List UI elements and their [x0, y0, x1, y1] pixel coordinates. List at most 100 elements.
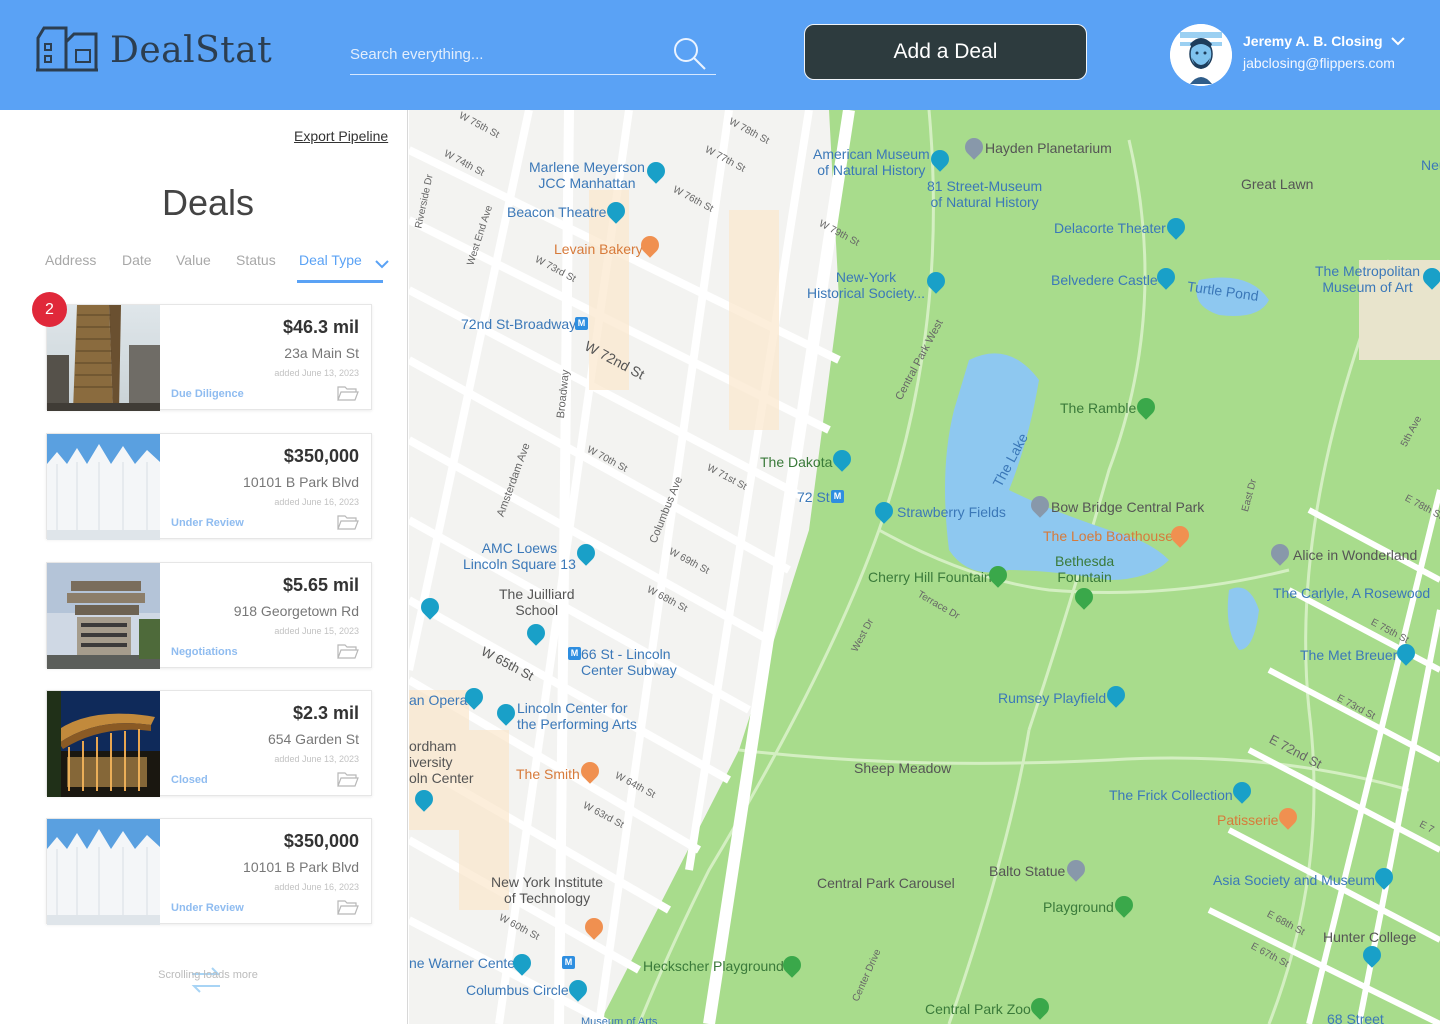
map-label[interactable]: Heckscher Playground — [643, 958, 784, 974]
deal-status: Under Review — [171, 517, 244, 529]
map-label[interactable]: New York Institute of Technology — [491, 874, 603, 906]
deal-status: Closed — [171, 774, 208, 786]
deal-address: 23a Main St — [284, 345, 359, 361]
folder-icon[interactable] — [337, 899, 359, 920]
tab-status[interactable]: Status — [236, 252, 276, 268]
logo-house-icon — [36, 24, 98, 77]
tab-address[interactable]: Address — [45, 252, 96, 268]
map-label[interactable]: Hunter College — [1323, 929, 1416, 945]
map-label[interactable]: Central Park Carousel — [817, 875, 955, 891]
map-label[interactable]: Delacorte Theater — [1054, 220, 1166, 236]
user-email: jabclosing@flippers.com — [1243, 55, 1395, 71]
chevron-down-icon[interactable] — [375, 256, 389, 274]
map-label[interactable]: Marlene Meyerson JCC Manhattan — [529, 159, 645, 191]
chevron-down-icon[interactable] — [1390, 33, 1405, 49]
search-icon[interactable] — [672, 36, 708, 77]
map-label[interactable]: Balto Statue — [989, 863, 1065, 879]
deal-price: $350,000 — [283, 446, 359, 466]
deals-sidebar: Export Pipeline Deals Address Date Value… — [0, 110, 408, 1024]
property-photo — [47, 434, 160, 540]
map-label[interactable]: American Museum of Natural History — [813, 146, 930, 178]
tab-date[interactable]: Date — [122, 252, 152, 268]
deal-card[interactable]: $350,000 10101 B Park Blvd added June 16… — [46, 433, 372, 540]
deal-added-date: added June 13, 2023 — [274, 368, 359, 378]
map-label[interactable]: The Met Breuer — [1300, 647, 1397, 663]
deal-address: 654 Garden St — [267, 731, 359, 747]
page-title: Deals — [161, 182, 255, 223]
subway-icon[interactable]: M — [568, 647, 581, 660]
app-logo[interactable]: DealStat — [36, 24, 272, 77]
search-input[interactable] — [350, 42, 660, 66]
folder-icon[interactable] — [337, 771, 359, 792]
folder-icon[interactable] — [337, 643, 359, 664]
tab-value[interactable]: Value — [176, 252, 211, 268]
deal-added-date: added June 16, 2023 — [274, 497, 359, 507]
deal-status: Negotiations — [171, 646, 238, 658]
deal-card[interactable]: $46.3 mil 23a Main St added June 13, 202… — [46, 304, 372, 411]
map-label[interactable]: The Frick Collection — [1109, 787, 1233, 803]
map-label[interactable]: Belvedere Castle — [1051, 272, 1158, 288]
map-label[interactable]: ne Warner Center — [409, 955, 520, 971]
map-label[interactable]: The Metropolitan Museum of Art — [1315, 263, 1420, 295]
deal-status: Under Review — [171, 902, 244, 914]
add-deal-button[interactable]: Add a Deal — [804, 24, 1087, 80]
map-label[interactable]: The Loeb Boathouse — [1043, 528, 1173, 544]
map-label[interactable]: 72 St — [797, 489, 830, 505]
deal-card[interactable]: $2.3 mil 654 Garden St added June 13, 20… — [46, 690, 372, 797]
property-photo — [47, 691, 160, 797]
tab-deal-type[interactable]: Deal Type — [299, 252, 362, 268]
map-label[interactable]: Beacon Theatre — [507, 204, 606, 220]
user-info: Jeremy A. B. Closing jabclosing@flippers… — [1243, 33, 1405, 71]
map-label[interactable]: New-York Historical Society... — [807, 269, 925, 301]
map-label[interactable]: Alice in Wonderland — [1293, 547, 1417, 563]
deal-status: Due Diligence — [171, 388, 244, 400]
map-label[interactable]: The Juilliard School — [499, 586, 574, 618]
user-name-row[interactable]: Jeremy A. B. Closing — [1243, 33, 1405, 49]
folder-icon[interactable] — [337, 514, 359, 535]
user-menu[interactable]: Jeremy A. B. Closing jabclosing@flippers… — [1170, 24, 1405, 86]
map-label[interactable]: The Carlyle, A Rosewood — [1273, 585, 1430, 601]
map-label[interactable]: The Ramble — [1060, 400, 1136, 416]
search-bar — [350, 34, 716, 75]
deal-added-date: added June 16, 2023 — [274, 882, 359, 892]
map-label[interactable]: Neu — [1421, 157, 1440, 173]
folder-icon[interactable] — [337, 385, 359, 406]
map-label[interactable]: an Opera — [409, 692, 467, 708]
subway-icon[interactable]: M — [831, 490, 844, 503]
app-header: DealStat Add a Deal — [0, 0, 1440, 110]
map-label[interactable]: The Dakota — [760, 454, 832, 470]
map-label[interactable]: Hayden Planetarium — [985, 140, 1112, 156]
avatar[interactable] — [1170, 24, 1232, 86]
deal-card[interactable]: $350,000 10101 B Park Blvd added June 16… — [46, 818, 372, 925]
property-photo — [47, 305, 160, 411]
map-label[interactable]: Bow Bridge Central Park — [1051, 499, 1204, 515]
subway-icon[interactable]: M — [575, 317, 588, 330]
map-label[interactable]: 68 Street — [1327, 1011, 1384, 1024]
map-label[interactable]: ordham iversity oln Center — [409, 738, 474, 786]
map-label[interactable]: Strawberry Fields — [897, 504, 1006, 520]
notification-badge[interactable]: 2 — [32, 292, 67, 327]
map-label[interactable]: Central Park Zoo — [925, 1001, 1031, 1017]
deal-card[interactable]: $5.65 mil 918 Georgetown Rd added June 1… — [46, 562, 372, 669]
map-label[interactable]: Rumsey Playfield — [998, 690, 1106, 706]
deal-price: $2.3 mil — [292, 703, 359, 723]
map-label[interactable]: 66 St - Lincoln Center Subway — [581, 646, 677, 678]
active-tab-indicator — [297, 280, 383, 283]
deal-address: 918 Georgetown Rd — [233, 603, 359, 619]
subway-icon[interactable]: M — [562, 956, 575, 969]
map-view[interactable]: American Museum of Natural History Hayde… — [409, 110, 1440, 1024]
map-label[interactable]: AMC Loews Lincoln Square 13 — [463, 540, 576, 572]
map-label[interactable]: The Smith — [516, 766, 580, 782]
map-label[interactable]: Columbus Circle — [466, 982, 569, 998]
map-label[interactable]: Museum of Arts — [581, 1016, 657, 1024]
map-label[interactable]: Levain Bakery — [554, 241, 643, 257]
map-label[interactable]: Asia Society and Museum — [1213, 872, 1375, 888]
map-label[interactable]: 81 Street-Museum of Natural History — [927, 178, 1042, 210]
map-label[interactable]: Playground — [1043, 899, 1114, 915]
map-label[interactable]: Lincoln Center for the Performing Arts — [517, 700, 637, 732]
map-label[interactable]: Cherry Hill Fountain — [868, 569, 992, 585]
export-pipeline-link[interactable]: Export Pipeline — [294, 128, 388, 144]
map-label[interactable]: Patisserie — [1217, 812, 1278, 828]
map-label[interactable]: Bethesda Fountain — [1055, 553, 1114, 585]
map-label[interactable]: 72nd St-Broadway — [461, 316, 576, 332]
